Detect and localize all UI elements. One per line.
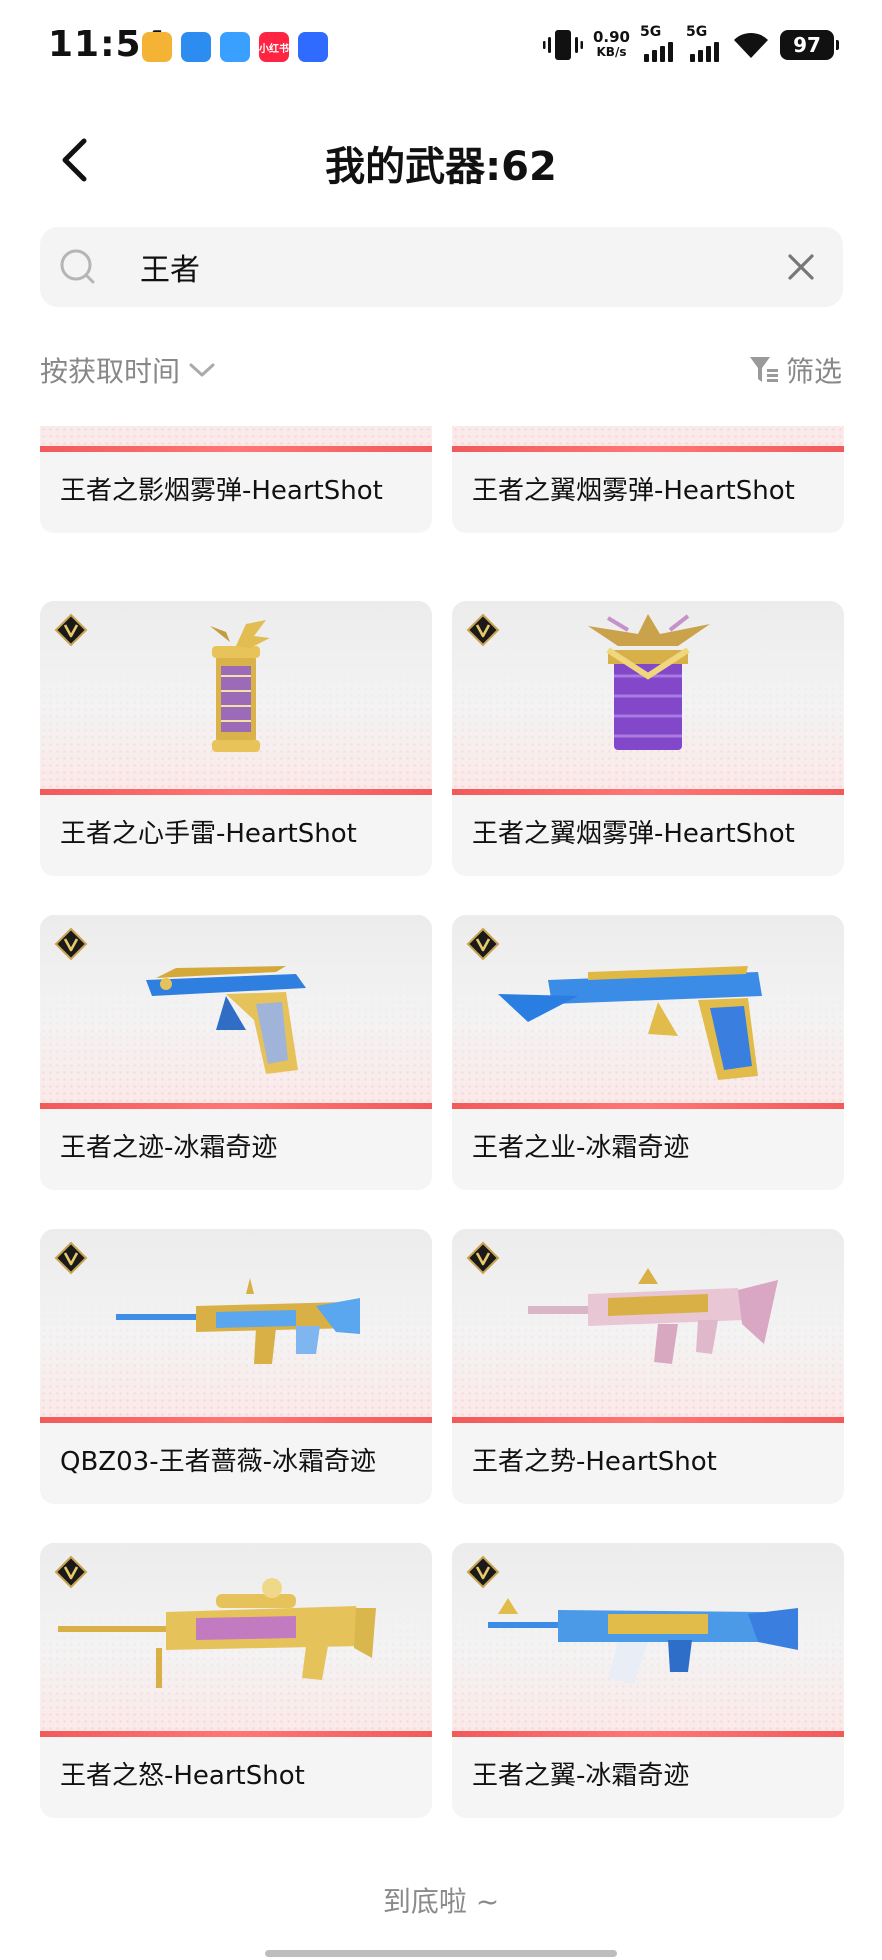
premium-v-badge-icon <box>54 1241 88 1275</box>
weapon-name: 王者之迹-冰霜奇迹 <box>60 1133 278 1163</box>
premium-v-badge-icon <box>54 927 88 961</box>
chevron-down-icon <box>189 363 215 377</box>
weapon-artwork <box>40 426 432 446</box>
weapon-card[interactable]: 王者之势-HeartShot <box>452 1229 844 1504</box>
weapon-image <box>452 1543 844 1731</box>
sort-dropdown[interactable]: 按获取时间 <box>40 350 216 390</box>
weapon-card[interactable]: 王者之影烟雾弹-HeartShot <box>40 426 432 533</box>
weapon-image <box>40 915 432 1103</box>
rarity-bar <box>452 1103 844 1109</box>
weapon-name: 王者之心手雷-HeartShot <box>60 819 357 849</box>
page-title: 我的武器:62 <box>325 144 557 190</box>
premium-v-badge-icon <box>54 613 88 647</box>
weapon-artwork <box>116 1278 360 1364</box>
weapon-name: 王者之影烟雾弹-HeartShot <box>60 476 383 506</box>
weapon-artwork <box>210 620 270 752</box>
weapon-image <box>452 915 844 1103</box>
weapon-name: QBZ03-王者蔷薇-冰霜奇迹 <box>60 1447 376 1477</box>
sim2-label: 5G <box>686 24 708 40</box>
signal-sim2-icon: 5G <box>686 24 722 62</box>
search-icon <box>60 249 95 284</box>
weapon-artwork <box>58 1578 376 1688</box>
xiaohongshu-app-icon: 小红书 <box>259 32 289 62</box>
rarity-bar <box>40 1417 432 1423</box>
end-of-list-text: 到底啦 ~ <box>382 1885 500 1918</box>
rarity-bar <box>452 446 844 452</box>
filter-label: 筛选 <box>785 355 842 388</box>
notification-app-icons: 小红书 <box>142 32 328 62</box>
premium-v-badge-icon <box>54 1555 88 1589</box>
feather-app-icon <box>181 32 211 62</box>
weapon-card[interactable]: 王者之迹-冰霜奇迹 <box>40 915 432 1190</box>
weapon-image <box>452 426 844 446</box>
blue-app-icon <box>298 32 328 62</box>
weapon-card[interactable]: QBZ03-王者蔷薇-冰霜奇迹 <box>40 1229 432 1504</box>
weapon-artwork <box>498 966 762 1080</box>
weapon-card[interactable]: 王者之翼烟雾弹-HeartShot <box>452 426 844 533</box>
clear-search-button[interactable] <box>783 249 819 285</box>
weapon-card[interactable]: 王者之翼烟雾弹-HeartShot <box>452 601 844 876</box>
battery-indicator: 97 <box>780 30 839 60</box>
weapon-artwork <box>528 1268 778 1364</box>
weapon-name: 王者之翼烟雾弹-HeartShot <box>472 819 795 849</box>
search-input[interactable] <box>140 241 760 293</box>
network-speed-value: 0.90 <box>592 28 630 46</box>
weapon-artwork <box>452 426 844 446</box>
weapon-card[interactable]: 王者之翼-冰霜奇迹 <box>452 1543 844 1818</box>
sim1-label: 5G <box>640 24 662 40</box>
status-bar: 11:54 小红书 0.90 KB/s 5G 5G 97 <box>0 0 882 95</box>
weapon-card[interactable]: 王者之怒-HeartShot <box>40 1543 432 1818</box>
status-indicators: 0.90 KB/s 5G 5G 97 <box>542 24 839 62</box>
rarity-bar <box>40 1731 432 1737</box>
rarity-bar <box>452 789 844 795</box>
weapon-image <box>452 1229 844 1417</box>
network-speed: 0.90 KB/s <box>593 30 630 60</box>
network-speed-unit: KB/s <box>596 45 627 59</box>
premium-v-badge-icon <box>466 1241 500 1275</box>
premium-v-badge-icon <box>466 613 500 647</box>
weapon-card[interactable]: 王者之业-冰霜奇迹 <box>452 915 844 1190</box>
signal-sim1-icon: 5G <box>640 24 676 62</box>
weapon-image <box>452 601 844 789</box>
cloud-app-icon <box>220 32 250 62</box>
page-header: 我的武器:62 <box>0 120 882 200</box>
weapon-name: 王者之翼-冰霜奇迹 <box>472 1761 690 1791</box>
wifi-icon <box>734 32 768 58</box>
sort-label: 按获取时间 <box>40 355 181 388</box>
target-app-icon <box>142 32 172 62</box>
weapon-artwork <box>488 1598 798 1684</box>
weapon-image <box>40 1229 432 1417</box>
weapon-name: 王者之业-冰霜奇迹 <box>472 1133 690 1163</box>
weapon-card[interactable]: 王者之心手雷-HeartShot <box>40 601 432 876</box>
rarity-bar <box>452 1417 844 1423</box>
weapon-artwork <box>588 614 710 750</box>
weapon-image <box>40 1543 432 1731</box>
weapon-name: 王者之翼烟雾弹-HeartShot <box>472 476 795 506</box>
filter-button[interactable]: 筛选 <box>748 350 842 390</box>
weapon-image <box>40 426 432 446</box>
premium-v-badge-icon <box>466 927 500 961</box>
weapon-name: 王者之势-HeartShot <box>472 1447 717 1477</box>
weapon-image <box>40 601 432 789</box>
rarity-bar <box>40 446 432 452</box>
rarity-bar <box>452 1731 844 1737</box>
premium-v-badge-icon <box>466 1555 500 1589</box>
rarity-bar <box>40 1103 432 1109</box>
vibrate-icon <box>542 30 583 60</box>
search-bar[interactable] <box>40 227 843 307</box>
weapon-name: 王者之怒-HeartShot <box>60 1761 305 1791</box>
rarity-bar <box>40 789 432 795</box>
home-indicator[interactable] <box>265 1950 617 1957</box>
weapon-artwork <box>146 966 306 1074</box>
weapon-grid: 王者之影烟雾弹-HeartShot 王者之翼烟雾弹-HeartShot 王者之心… <box>0 426 882 1826</box>
filter-icon <box>749 357 778 382</box>
